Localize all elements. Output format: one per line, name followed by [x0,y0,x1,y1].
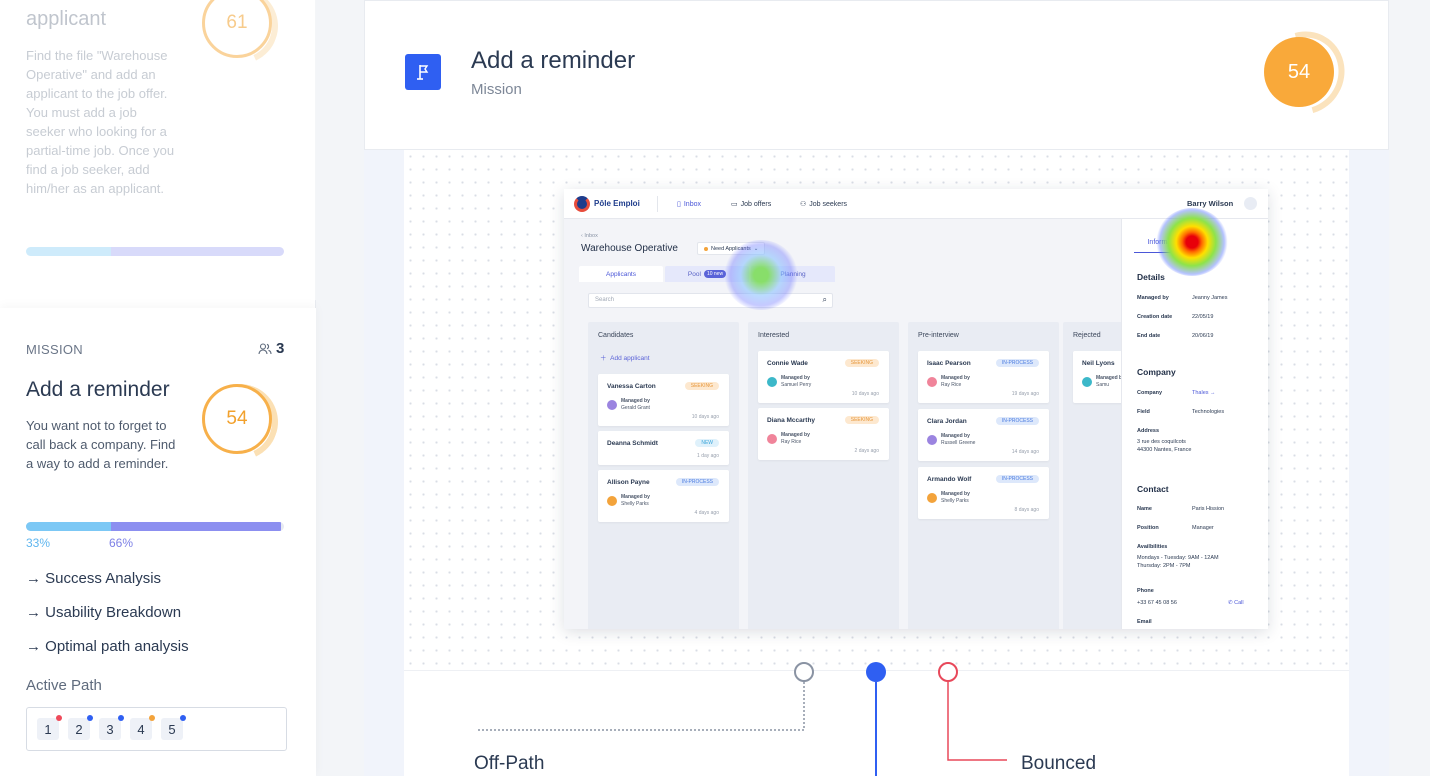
off-path-line [476,682,805,731]
path-connectors [476,682,1007,776]
main-path-node[interactable] [866,662,886,682]
bounced-node[interactable] [938,662,958,682]
bounced-path-line [947,682,1007,761]
off-path-node[interactable] [794,662,814,682]
